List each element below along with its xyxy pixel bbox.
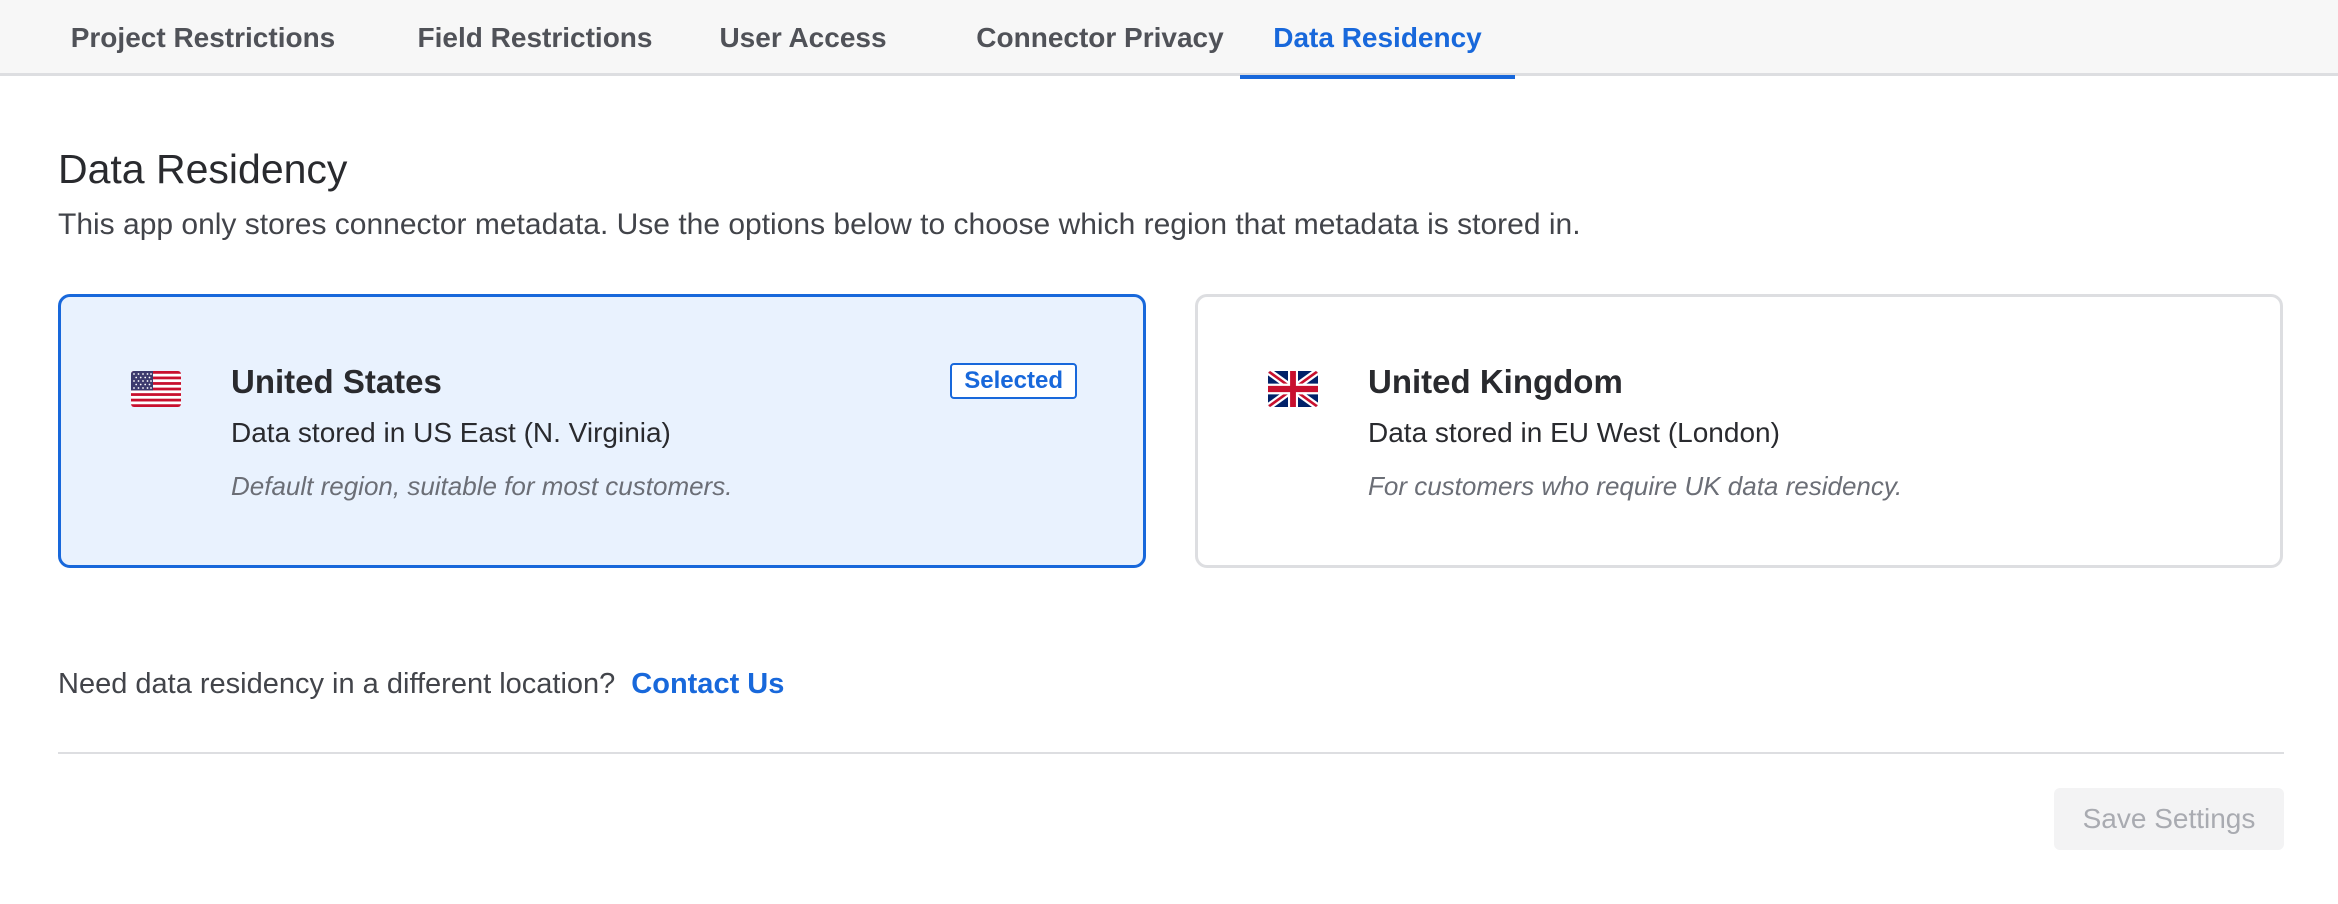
page-title: Data Residency <box>58 146 348 192</box>
region-storage-location: Data stored in US East (N. Virginia) <box>231 417 671 448</box>
help-row: Need data residency in a different locat… <box>58 668 784 701</box>
tab-connector-privacy[interactable]: Connector Privacy <box>948 0 1252 76</box>
tab-user-access[interactable]: User Access <box>705 0 901 76</box>
tab-project-restrictions[interactable]: Project Restrictions <box>62 0 344 76</box>
tab-field-restrictions[interactable]: Field Restrictions <box>392 0 678 76</box>
page-description: This app only stores connector metadata.… <box>58 208 1581 241</box>
tab-bar: Project Restrictions Field Restrictions … <box>0 0 2338 79</box>
footer-divider <box>58 752 2284 754</box>
selected-badge: Selected <box>950 363 1077 399</box>
contact-us-link[interactable]: Contact Us <box>631 668 784 701</box>
uk-flag-icon <box>1268 371 1318 407</box>
region-note: For customers who require UK data reside… <box>1368 471 1903 501</box>
region-card-united-kingdom[interactable]: United Kingdom Data stored in EU West (L… <box>1195 294 2283 568</box>
region-card-united-states[interactable]: United States Selected Data stored in US… <box>58 294 1146 568</box>
region-storage-location: Data stored in EU West (London) <box>1368 417 1780 448</box>
region-title: United States <box>231 363 442 400</box>
region-title: United Kingdom <box>1368 363 1623 400</box>
region-note: Default region, suitable for most custom… <box>231 471 733 501</box>
tab-data-residency[interactable]: Data Residency <box>1240 0 1515 79</box>
save-settings-button[interactable]: Save Settings <box>2054 788 2284 850</box>
us-flag-icon <box>131 371 181 407</box>
help-text: Need data residency in a different locat… <box>58 668 616 700</box>
